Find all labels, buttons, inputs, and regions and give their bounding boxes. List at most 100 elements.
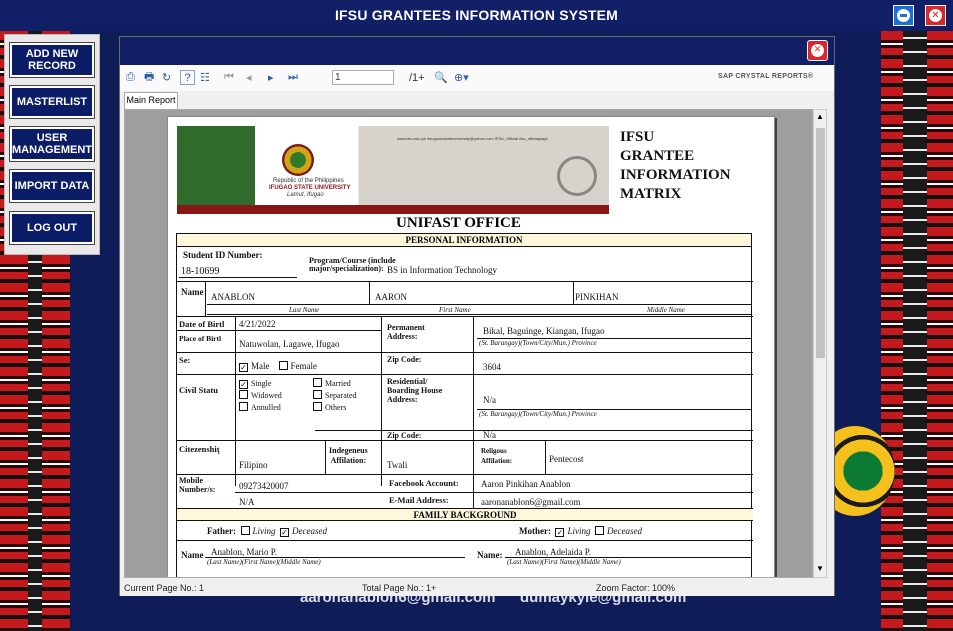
tab-main-report[interactable]: Main Report bbox=[124, 92, 178, 109]
female-checkbox bbox=[278, 361, 288, 370]
banner-republic: Republic of the Philippines bbox=[273, 178, 344, 184]
perm-address-value: Bikal, Baguinge, Kiangan, Ifugao bbox=[483, 326, 605, 336]
zoom-icon[interactable]: ⊕▾ bbox=[454, 70, 469, 85]
report-title: IFSU GRANTEE INFORMATION MATRIX bbox=[620, 128, 731, 204]
page-number-input[interactable]: 1 bbox=[332, 70, 394, 85]
scroll-up-icon[interactable]: ▲ bbox=[816, 112, 824, 121]
program-value: BS in Information Technology bbox=[387, 265, 497, 275]
res-line: Residential/ bbox=[387, 377, 428, 386]
close-icon: ✕ bbox=[811, 44, 824, 57]
indig-line: Affilation: bbox=[330, 456, 367, 465]
middle-name-caption: Middle Name bbox=[647, 306, 685, 314]
group-tree-icon[interactable]: ☷ bbox=[200, 70, 210, 85]
sex-label: Se: bbox=[179, 355, 191, 365]
print-icon[interactable]: 🖶 bbox=[144, 70, 154, 85]
pob-label: Place of Birtl bbox=[179, 334, 222, 343]
dob-value: 4/21/2022 bbox=[239, 319, 276, 329]
zip-value: 3604 bbox=[483, 362, 501, 372]
married-label: Married bbox=[325, 379, 351, 388]
separated-label: Separated bbox=[325, 391, 357, 400]
indigenous-label: Indegeneus Affilation: bbox=[329, 446, 368, 466]
citizenship-label: Citezenshiţ bbox=[179, 444, 220, 454]
mother-status: Mother: ✓ Living Deceased bbox=[519, 526, 642, 537]
mother-living-checkbox: ✓ bbox=[555, 528, 565, 537]
minimize-button[interactable] bbox=[893, 5, 914, 26]
res-line: Address: bbox=[387, 395, 418, 404]
title-line: IFSU bbox=[620, 129, 655, 145]
status-bar: Current Page No.: 1 Total Page No.: 1+ Z… bbox=[120, 580, 834, 596]
report-canvas[interactable]: Republic of the Philippines IFUGAO STATE… bbox=[124, 109, 813, 578]
masterlist-button[interactable]: MASTERLIST bbox=[9, 85, 95, 119]
living-label: Living bbox=[252, 526, 276, 536]
single-label: Single bbox=[251, 379, 272, 388]
relig-line: Religous bbox=[481, 447, 507, 455]
student-id-label: Student ID Number: bbox=[183, 250, 263, 260]
father-label: Father: bbox=[207, 526, 236, 536]
first-name-caption: First Name bbox=[439, 306, 471, 314]
mobile-value-2: N/A bbox=[239, 497, 255, 507]
viewer-toolbar: ⎙ 🖶 ↻ ? ☷ ⏮ ◂ ▸ ⏭ 1 /1+ 🔍 ⊕▾ SAP CRYSTAL… bbox=[120, 65, 834, 91]
add-new-record-button[interactable]: ADD NEW RECORD bbox=[9, 42, 95, 78]
minimize-icon bbox=[897, 9, 910, 22]
annulled-checkbox bbox=[239, 402, 248, 411]
crystal-reports-brand: SAP CRYSTAL REPORTS® bbox=[718, 73, 814, 80]
grantee-form: PERSONAL INFORMATION Student ID Number: … bbox=[176, 233, 753, 577]
banner-divider bbox=[177, 205, 609, 214]
woven-strip-right bbox=[881, 31, 953, 631]
perm-address-label-2: Address: bbox=[387, 332, 418, 341]
previous-page-icon[interactable]: ◂ bbox=[246, 70, 252, 85]
residential-value: N/a bbox=[483, 395, 496, 405]
banner-town: Lamut, Ifugao bbox=[287, 192, 324, 198]
export-icon[interactable]: ⎙ bbox=[126, 70, 135, 85]
sex-options: ✓ Male Female bbox=[239, 361, 317, 372]
male-label: Male bbox=[251, 361, 270, 371]
living-label: Living bbox=[567, 526, 591, 536]
last-page-icon[interactable]: ⏭ bbox=[288, 70, 298, 85]
civil-status-label: Civil Statu bbox=[179, 385, 218, 395]
import-data-button[interactable]: IMPORT DATA bbox=[9, 169, 95, 203]
student-id-value: 18-10699 bbox=[181, 266, 220, 277]
scroll-down-icon[interactable]: ▼ bbox=[816, 564, 824, 573]
ifsu-logo bbox=[282, 144, 314, 176]
zip-label: Zip Code: bbox=[387, 355, 422, 364]
first-page-icon[interactable]: ⏮ bbox=[224, 70, 234, 85]
first-name-value: AARON bbox=[375, 292, 408, 302]
viewer-close-button[interactable]: ✕ bbox=[807, 40, 828, 61]
res-zip-label: Zip Code: bbox=[387, 431, 422, 440]
next-page-icon[interactable]: ▸ bbox=[268, 70, 274, 85]
sidebar: ADD NEW RECORD MASTERLIST USER MANAGEMEN… bbox=[4, 34, 100, 255]
single-checkbox: ✓ bbox=[239, 380, 248, 389]
female-label: Female bbox=[290, 361, 318, 371]
email-label: E-Mail Address: bbox=[389, 495, 449, 505]
indig-line: Indegeneus bbox=[329, 446, 368, 455]
vertical-scrollbar[interactable]: ▲ ▼ bbox=[813, 109, 827, 578]
widowed-checkbox bbox=[239, 390, 248, 399]
app-title: IFSU GRANTEES INFORMATION SYSTEM bbox=[334, 7, 619, 23]
mother-name-label: Name: bbox=[477, 550, 503, 560]
close-app-button[interactable]: ✕ bbox=[925, 5, 946, 26]
deceased-label: Deceased bbox=[607, 526, 642, 536]
married-checkbox bbox=[313, 378, 322, 387]
annulled-label: Annulled bbox=[251, 403, 281, 412]
tab-row: Main Report bbox=[120, 91, 834, 109]
refresh-icon[interactable]: ↻ bbox=[162, 70, 171, 85]
log-out-button[interactable]: LOG OUT bbox=[9, 211, 95, 245]
close-icon: ✕ bbox=[929, 9, 942, 22]
name-label: Name bbox=[181, 287, 204, 297]
res-address-caption: (St. Barangay)(Town/City/Mun.) Province bbox=[479, 410, 597, 418]
widowed-label: Widowed bbox=[251, 391, 282, 400]
middle-name-value: PINKIHAN bbox=[575, 292, 619, 302]
father-name-value: Anablon, Mario P. bbox=[211, 547, 277, 557]
title-line: GRANTEE bbox=[620, 148, 695, 164]
res-zip-value: N/a bbox=[483, 430, 496, 440]
father-name-caption: (Last Name)(First Name)(Middle Name) bbox=[207, 558, 321, 566]
email-value: aaronanablon6@gmail.com bbox=[481, 497, 581, 507]
others-label: Others bbox=[325, 403, 347, 412]
find-icon[interactable]: 🔍 bbox=[434, 70, 448, 85]
user-management-button[interactable]: USER MANAGEMENT bbox=[9, 126, 95, 162]
help-icon[interactable]: ? bbox=[180, 70, 195, 85]
office-heading: UNIFAST OFFICE bbox=[396, 215, 521, 231]
scroll-thumb[interactable] bbox=[816, 128, 825, 358]
report-viewer-window: ✕ ⎙ 🖶 ↻ ? ☷ ⏮ ◂ ▸ ⏭ 1 /1+ 🔍 ⊕▾ SAP CRYST… bbox=[119, 36, 835, 596]
father-living-checkbox bbox=[240, 526, 250, 535]
